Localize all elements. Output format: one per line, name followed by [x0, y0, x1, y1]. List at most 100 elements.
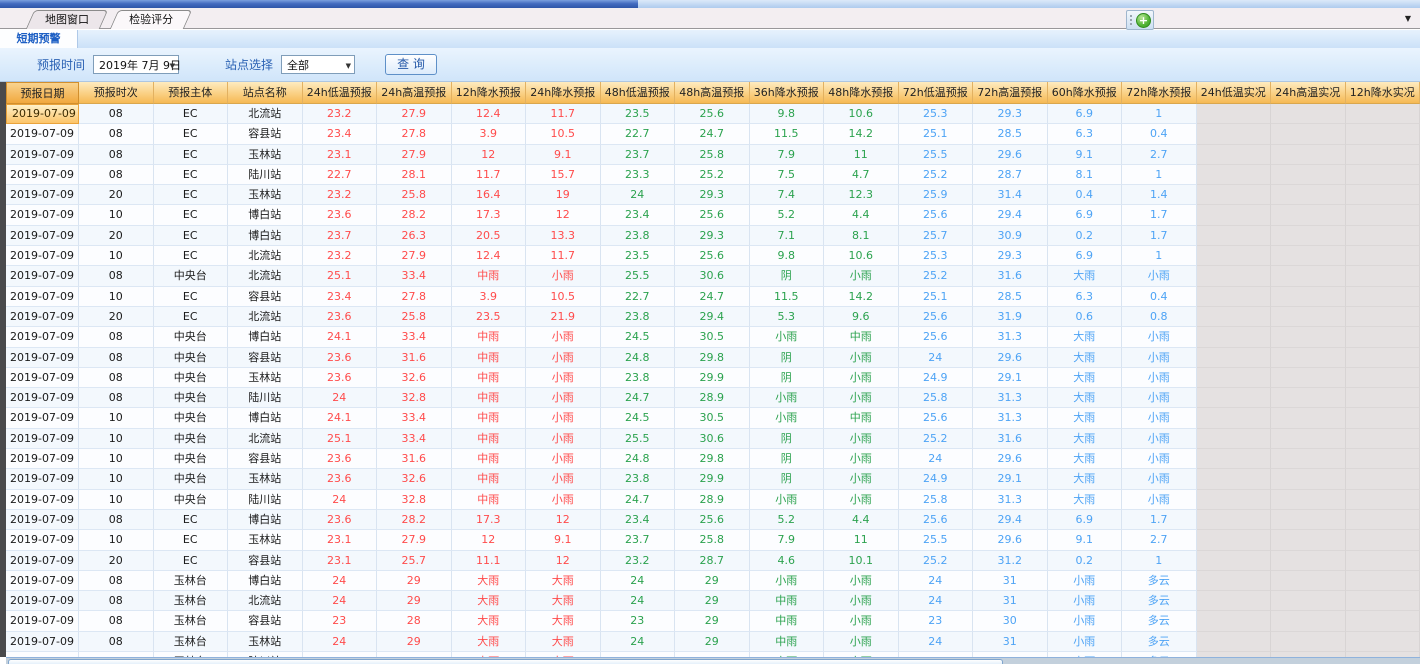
table-cell[interactable]: 31.2	[973, 551, 1048, 571]
table-cell[interactable]: 0.8	[1122, 307, 1197, 327]
table-cell[interactable]	[1197, 611, 1272, 631]
table-cell[interactable]: 23.8	[601, 469, 676, 489]
table-cell[interactable]	[1271, 307, 1346, 327]
table-cell[interactable]: 中雨	[452, 429, 527, 449]
table-cell[interactable]: 中央台	[154, 469, 229, 489]
table-cell[interactable]: 1	[1122, 551, 1197, 571]
table-cell[interactable]: 24	[601, 632, 676, 652]
table-cell[interactable]: 中雨	[452, 266, 527, 286]
table-cell[interactable]: 容县站	[228, 449, 303, 469]
table-cell[interactable]: 小雨	[526, 408, 601, 428]
table-cell[interactable]: 23.5	[601, 246, 676, 266]
table-cell[interactable]: 27.9	[377, 530, 452, 550]
table-cell[interactable]: 23.6	[303, 449, 378, 469]
table-cell[interactable]: 0.2	[1048, 551, 1123, 571]
table-cell[interactable]: 2019-07-09	[6, 226, 79, 246]
table-cell[interactable]: 29	[377, 571, 452, 591]
station-select[interactable]: 全部 ▼	[281, 55, 355, 74]
table-cell[interactable]: 4.6	[750, 551, 825, 571]
table-cell[interactable]: 10.1	[824, 551, 899, 571]
table-cell[interactable]: 小雨	[1122, 388, 1197, 408]
table-cell[interactable]	[1346, 510, 1420, 530]
table-cell[interactable]	[1197, 469, 1272, 489]
table-cell[interactable]: 10	[79, 408, 154, 428]
table-cell[interactable]: 25.1	[303, 266, 378, 286]
table-cell[interactable]: 多云	[1122, 632, 1197, 652]
table-cell[interactable]: 28.7	[675, 551, 750, 571]
table-cell[interactable]: 29.8	[675, 348, 750, 368]
table-cell[interactable]: 20.5	[452, 226, 527, 246]
table-cell[interactable]: 小雨	[750, 490, 825, 510]
table-cell[interactable]: 27.8	[377, 124, 452, 144]
table-cell[interactable]: 小雨	[526, 449, 601, 469]
table-cell[interactable]: 23.4	[601, 510, 676, 530]
table-cell[interactable]: 23.8	[601, 226, 676, 246]
table-cell[interactable]: 25.1	[899, 124, 974, 144]
table-cell[interactable]	[1271, 104, 1346, 124]
table-cell[interactable]: 小雨	[1122, 327, 1197, 347]
table-cell[interactable]: 小雨	[824, 571, 899, 591]
table-cell[interactable]: 2019-07-09	[6, 287, 79, 307]
table-cell[interactable]	[1197, 124, 1272, 144]
table-cell[interactable]: 08	[79, 368, 154, 388]
table-cell[interactable]: 19	[526, 185, 601, 205]
table-cell[interactable]	[1271, 124, 1346, 144]
table-cell[interactable]: 大雨	[1048, 449, 1123, 469]
table-cell[interactable]: 0.2	[1048, 226, 1123, 246]
table-cell[interactable]: 9.8	[750, 246, 825, 266]
table-cell[interactable]: 10.5	[526, 124, 601, 144]
table-cell[interactable]: 大雨	[452, 611, 527, 631]
table-cell[interactable]: 25.6	[899, 307, 974, 327]
table-cell[interactable]: 11.5	[750, 287, 825, 307]
table-cell[interactable]: 25.6	[675, 205, 750, 225]
table-cell[interactable]	[1197, 408, 1272, 428]
table-cell[interactable]: 小雨	[526, 348, 601, 368]
table-cell[interactable]: 7.5	[750, 165, 825, 185]
table-cell[interactable]: 1	[1122, 165, 1197, 185]
table-cell[interactable]: 10	[79, 287, 154, 307]
table-cell[interactable]: 12	[526, 510, 601, 530]
table-cell[interactable]: 29.6	[973, 449, 1048, 469]
table-cell[interactable]: 小雨	[526, 266, 601, 286]
table-cell[interactable]: 阴	[750, 429, 825, 449]
table-cell[interactable]: 08	[79, 348, 154, 368]
table-cell[interactable]	[1271, 429, 1346, 449]
table-cell[interactable]: 5.2	[750, 510, 825, 530]
table-cell[interactable]: 阴	[750, 348, 825, 368]
table-cell[interactable]: 玉林台	[154, 611, 229, 631]
table-cell[interactable]: 玉林站	[228, 145, 303, 165]
table-cell[interactable]: 5.2	[750, 205, 825, 225]
table-cell[interactable]	[1346, 388, 1420, 408]
table-cell[interactable]: 小雨	[1048, 632, 1123, 652]
table-cell[interactable]: 小雨	[526, 327, 601, 347]
table-cell[interactable]: 容县站	[228, 348, 303, 368]
table-cell[interactable]: 25.6	[675, 510, 750, 530]
table-cell[interactable]: 北流站	[228, 266, 303, 286]
table-cell[interactable]: 12	[452, 145, 527, 165]
table-cell[interactable]: 2.7	[1122, 145, 1197, 165]
table-cell[interactable]: 小雨	[1122, 408, 1197, 428]
table-cell[interactable]: 小雨	[1122, 469, 1197, 489]
table-cell[interactable]: 1.4	[1122, 185, 1197, 205]
table-cell[interactable]: 23.6	[303, 510, 378, 530]
table-cell[interactable]	[1346, 611, 1420, 631]
table-cell[interactable]: 11.5	[750, 124, 825, 144]
table-cell[interactable]: 大雨	[452, 571, 527, 591]
table-cell[interactable]	[1271, 226, 1346, 246]
table-cell[interactable]: 玉林台	[154, 632, 229, 652]
table-cell[interactable]: 08	[79, 632, 154, 652]
table-cell[interactable]: 25.5	[601, 429, 676, 449]
table-cell[interactable]: 2019-07-09	[6, 591, 79, 611]
table-cell[interactable]	[1271, 449, 1346, 469]
table-cell[interactable]: 中雨	[452, 388, 527, 408]
table-cell[interactable]: 11.7	[452, 165, 527, 185]
table-cell[interactable]: 博白站	[228, 226, 303, 246]
table-cell[interactable]: 24.1	[303, 408, 378, 428]
table-cell[interactable]: 小雨	[824, 348, 899, 368]
table-cell[interactable]: 小雨	[1048, 571, 1123, 591]
table-cell[interactable]: 13.3	[526, 226, 601, 246]
table-cell[interactable]: 大雨	[1048, 388, 1123, 408]
table-cell[interactable]	[1197, 348, 1272, 368]
table-cell[interactable]: 24.9	[899, 469, 974, 489]
table-cell[interactable]: EC	[154, 145, 229, 165]
